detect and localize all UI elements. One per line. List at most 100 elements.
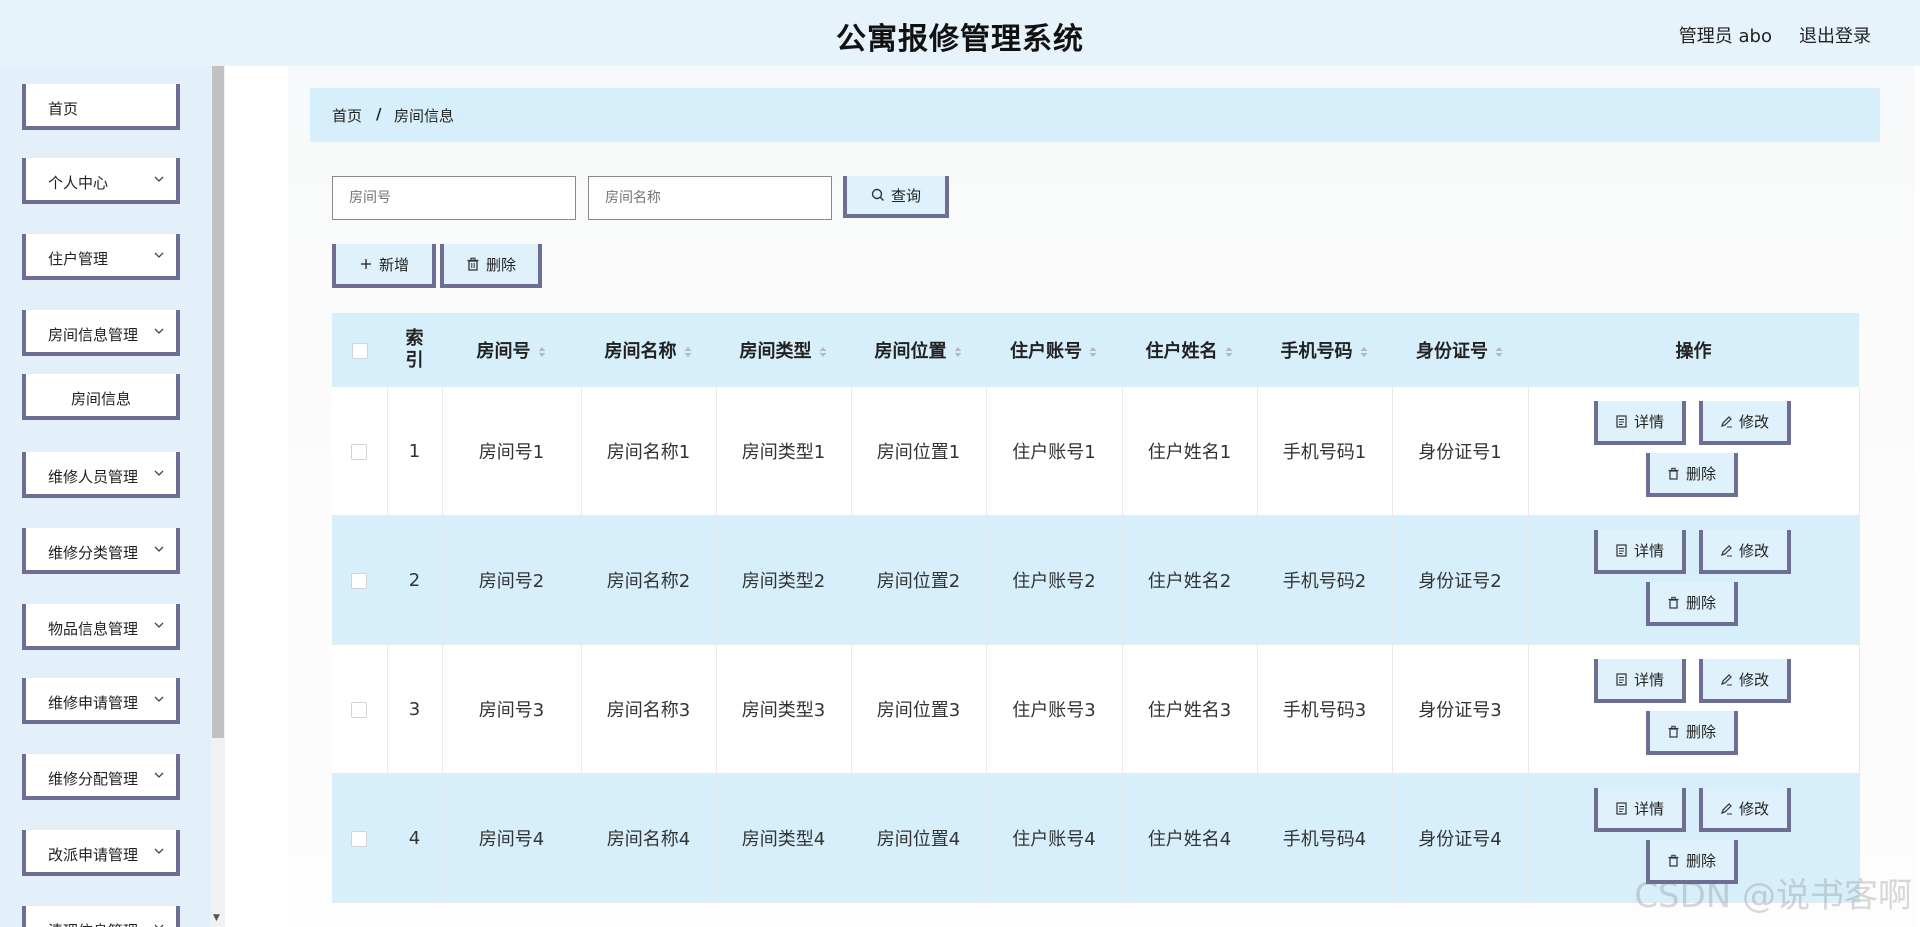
sidebar-item[interactable]: 清理信息管理: [22, 906, 180, 927]
document-icon: [1616, 414, 1627, 428]
column-room-name[interactable]: 房间名称: [581, 313, 716, 387]
cell-phone: 手机号码2: [1257, 515, 1393, 645]
sidebar-item-label: 首页: [48, 100, 79, 118]
row-select-cell: [332, 387, 388, 516]
room-name-input[interactable]: [588, 176, 832, 220]
cell-id-card: 身份证号1: [1392, 387, 1529, 516]
table-body: 1 房间号1 房间名称1 房间类型1 房间位置1 住户账号1 住户姓名1 手机号码1 身份证号1…: [332, 387, 1860, 903]
sidebar-item[interactable]: 房间信息: [22, 374, 180, 420]
cell-room-location: 房间位置2: [851, 515, 987, 645]
document-icon: [1616, 801, 1627, 815]
top-header: 公寓报修管理系统 管理员 abo 退出登录: [0, 0, 1920, 66]
edit-label: 修改: [1738, 799, 1769, 818]
detail-button[interactable]: 详情: [1593, 788, 1686, 832]
ops-cell: 详情 修改删除: [1528, 644, 1860, 774]
ops-cell: 详情 修改删除: [1528, 387, 1860, 516]
select-all-checkbox[interactable]: [351, 342, 368, 359]
edit-icon: [1721, 673, 1732, 685]
cell-index: 2: [387, 515, 443, 645]
document-icon: [1616, 543, 1627, 557]
batch-delete-button[interactable]: 删除: [440, 244, 542, 288]
delete-button[interactable]: 删除: [1645, 711, 1738, 755]
cell-room-no: 房间号4: [442, 773, 582, 903]
sidebar-item[interactable]: 房间信息管理: [22, 310, 180, 356]
scrollbar-thumb[interactable]: [212, 66, 224, 738]
sidebar-item[interactable]: 个人中心: [22, 158, 180, 204]
row-checkbox[interactable]: [351, 572, 368, 589]
delete-button[interactable]: 删除: [1645, 453, 1738, 497]
edit-button[interactable]: 修改: [1698, 659, 1791, 703]
row-checkbox[interactable]: [351, 830, 368, 847]
detail-button[interactable]: 详情: [1593, 401, 1686, 445]
room-no-input[interactable]: [332, 176, 576, 220]
document-icon: [1616, 672, 1627, 686]
sort-icon[interactable]: [953, 345, 963, 359]
sidebar-item-label: 改派申请管理: [48, 846, 139, 864]
column-room-type[interactable]: 房间类型: [716, 313, 851, 387]
cell-room-type: 房间类型1: [716, 387, 852, 516]
cell-id-card: 身份证号3: [1392, 644, 1529, 774]
cell-account: 住户账号1: [986, 387, 1123, 516]
column-name[interactable]: 住户姓名: [1122, 313, 1257, 387]
sort-icon[interactable]: [683, 345, 693, 359]
sidebar-item[interactable]: 改派申请管理: [22, 830, 180, 876]
row-checkbox[interactable]: [351, 443, 368, 460]
edit-label: 修改: [1738, 412, 1769, 431]
cell-room-location: 房间位置3: [851, 644, 987, 774]
sidebar-item[interactable]: 维修申请管理: [22, 678, 180, 724]
cell-room-no: 房间号2: [442, 515, 582, 645]
detail-button[interactable]: 详情: [1593, 659, 1686, 703]
edit-button[interactable]: 修改: [1698, 401, 1791, 445]
detail-label: 详情: [1633, 799, 1664, 818]
plus-icon: [360, 259, 371, 269]
scroll-down-icon[interactable]: ▼: [213, 913, 220, 923]
column-id-card[interactable]: 身份证号: [1392, 313, 1528, 387]
sidebar-item[interactable]: 物品信息管理: [22, 604, 180, 650]
edit-button[interactable]: 修改: [1698, 530, 1791, 574]
cell-room-location: 房间位置4: [851, 773, 987, 903]
chevron-down-icon: [154, 176, 164, 182]
row-checkbox[interactable]: [351, 701, 368, 718]
chevron-down-icon: [154, 772, 164, 778]
sidebar-item[interactable]: 维修分配管理: [22, 754, 180, 800]
detail-button[interactable]: 详情: [1593, 530, 1686, 574]
table-row: 1 房间号1 房间名称1 房间类型1 房间位置1 住户账号1 住户姓名1 手机号码1 身份证号1…: [332, 387, 1860, 516]
cell-room-name: 房间名称3: [581, 644, 717, 774]
cell-name: 住户姓名3: [1122, 644, 1258, 774]
current-user: 管理员 abo: [1678, 26, 1772, 47]
sidebar-scrollbar[interactable]: ▼: [211, 66, 225, 927]
column-room-location[interactable]: 房间位置: [851, 313, 986, 387]
sidebar-item[interactable]: 首页: [22, 84, 180, 130]
column-phone[interactable]: 手机号码: [1257, 313, 1392, 387]
add-button[interactable]: 新增: [332, 244, 436, 288]
column-room-no[interactable]: 房间号: [442, 313, 581, 387]
sort-icon[interactable]: [1088, 345, 1098, 359]
cell-name: 住户姓名1: [1122, 387, 1258, 516]
query-button[interactable]: 查询: [843, 176, 949, 218]
sidebar-item[interactable]: 维修分类管理: [22, 528, 180, 574]
sort-icon[interactable]: [818, 345, 828, 359]
edit-label: 修改: [1738, 670, 1769, 689]
column-account[interactable]: 住户账号: [986, 313, 1122, 387]
table-row: 2 房间号2 房间名称2 房间类型2 房间位置2 住户账号2 住户姓名2 手机号码2 身份证号2…: [332, 515, 1860, 645]
sort-icon[interactable]: [1494, 345, 1504, 359]
sidebar-item[interactable]: 维修人员管理: [22, 452, 180, 498]
sort-icon[interactable]: [1359, 345, 1369, 359]
sidebar-item-label: 维修申请管理: [48, 694, 139, 712]
sidebar-item-label: 房间信息: [70, 390, 131, 408]
cell-account: 住户账号3: [986, 644, 1123, 774]
column-ops: 操作: [1528, 313, 1859, 387]
add-label: 新增: [378, 255, 409, 274]
delete-label: 删除: [1685, 593, 1716, 612]
edit-button[interactable]: 修改: [1698, 788, 1791, 832]
edit-label: 修改: [1738, 541, 1769, 560]
delete-label: 删除: [485, 255, 516, 274]
breadcrumb-home[interactable]: 首页: [332, 105, 362, 126]
delete-button[interactable]: 删除: [1645, 582, 1738, 626]
sort-icon[interactable]: [1224, 345, 1234, 359]
logout-link[interactable]: 退出登录: [1799, 22, 1871, 48]
trash-icon: [1668, 596, 1679, 609]
delete-label: 删除: [1685, 464, 1716, 483]
sidebar-item[interactable]: 住户管理: [22, 234, 180, 280]
sort-icon[interactable]: [537, 345, 547, 359]
